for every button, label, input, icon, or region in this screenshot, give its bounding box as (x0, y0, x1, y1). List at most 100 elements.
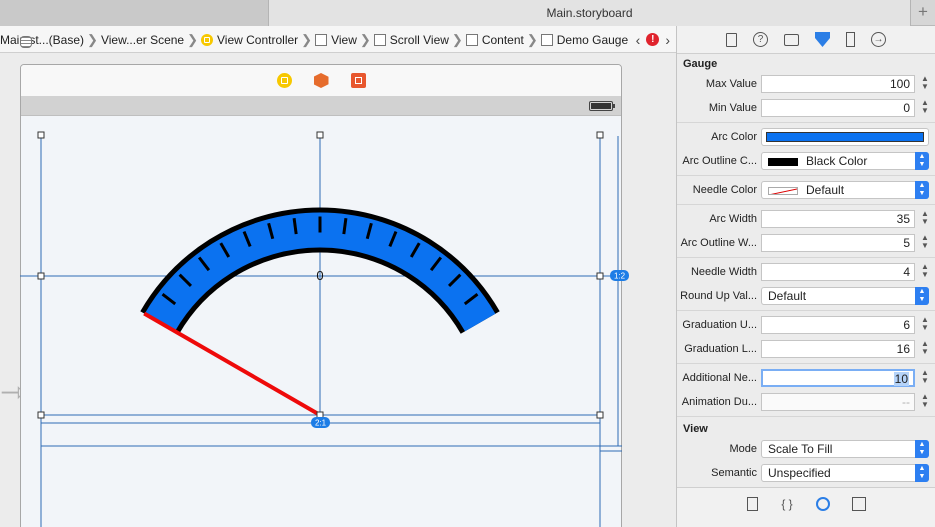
constraint-badge-aspect-right[interactable]: 1:2 (610, 270, 629, 281)
file-inspector-icon[interactable] (726, 32, 737, 47)
semantic-value: Unspecified (768, 466, 831, 480)
row-semantic: Semantic Unspecified ▲ ▼ (677, 461, 935, 485)
tab-bar: Main.storyboard + (0, 0, 935, 26)
divider (677, 175, 935, 176)
back-arrow-icon[interactable]: ‹ (636, 32, 641, 48)
arc-color-well[interactable] (761, 128, 929, 146)
jump-bar: Main.st...(Base) ❯ View...er Scene ❯ Vie… (0, 26, 676, 53)
needle-color-popup[interactable]: Default ▲ ▼ (761, 181, 929, 199)
attributes-inspector-icon[interactable] (815, 32, 830, 47)
resize-handle[interactable] (316, 131, 324, 139)
file-template-icon[interactable] (747, 497, 758, 511)
size-inspector-icon[interactable] (846, 32, 855, 47)
label-mode: Mode (729, 443, 757, 455)
breadcrumb-label: Main.st...(Base) (0, 32, 85, 47)
row-needle-color: Needle Color Default ▲ ▼ (677, 178, 935, 202)
gauge-overlay[interactable]: 0 1:2 2:1 (0, 54, 676, 527)
graduation-length-field[interactable]: 16 (761, 340, 915, 358)
arc-outline-width-stepper[interactable]: ▲ ▼ (919, 234, 931, 252)
gauge-needle (143, 311, 321, 417)
round-up-value-popup[interactable]: Default ▲ ▼ (761, 287, 929, 305)
chevron-up-down-icon: ▲ ▼ (915, 181, 929, 199)
arc-outline-color-value: Black Color (806, 154, 868, 168)
breadcrumb-label: Demo Gauge (556, 32, 629, 47)
needle-width-stepper[interactable]: ▲ ▼ (919, 263, 931, 281)
media-library-icon[interactable] (852, 497, 866, 511)
breadcrumb-scene[interactable]: View...er Scene (20, 32, 185, 48)
arc-width-stepper[interactable]: ▲ ▼ (919, 210, 931, 228)
animation-duration-stepper[interactable]: ▲ ▼ (919, 393, 931, 411)
object-library-icon[interactable] (816, 497, 830, 511)
breadcrumb-view[interactable]: View (315, 33, 357, 47)
row-max-value: Max Value 100 ▲ ▼ (677, 72, 935, 96)
label-arc-width: Arc Width (709, 213, 757, 225)
storyboard-canvas[interactable]: ⇾ 0 1:2 2:1 (0, 54, 676, 527)
resize-handle[interactable] (596, 272, 604, 280)
arc-outline-width-field[interactable]: 5 (761, 234, 915, 252)
row-needle-width: Needle Width 4 ▲ ▼ (677, 260, 935, 284)
min-value-stepper[interactable]: ▲ ▼ (919, 99, 931, 117)
graduation-length-stepper[interactable]: ▲ ▼ (919, 340, 931, 358)
breadcrumb: Main.st...(Base) ❯ View...er Scene ❯ Vie… (0, 26, 629, 52)
tab-inactive[interactable] (0, 0, 269, 26)
additional-needle-field[interactable]: 10 (761, 369, 915, 387)
breadcrumb-demo-gauge[interactable]: Demo Gauge (540, 32, 629, 47)
constraint-badge-text: 1:2 (614, 272, 626, 281)
row-arc-width: Arc Width 35 ▲ ▼ (677, 207, 935, 231)
breadcrumb-view-controller[interactable]: View Controller (201, 33, 298, 47)
chevron-right-icon: ❯ (451, 31, 463, 47)
resize-handle[interactable] (37, 411, 45, 419)
constraint-badge-aspect-bottom[interactable]: 2:1 (311, 417, 330, 428)
mode-popup[interactable]: Scale To Fill ▲ ▼ (761, 440, 929, 458)
divider (677, 416, 935, 417)
constraint-badge-text: 2:1 (315, 419, 327, 428)
breadcrumb-scroll-view[interactable]: Scroll View (373, 33, 449, 47)
resize-handle[interactable] (596, 131, 604, 139)
default-color-swatch (768, 186, 798, 195)
max-value-field[interactable]: 100 (761, 75, 915, 93)
divider (677, 122, 935, 123)
arc-outline-color-popup[interactable]: Black Color ▲ ▼ (761, 152, 929, 170)
code-snippet-icon[interactable]: { } (780, 497, 794, 511)
chevron-right-icon: ❯ (301, 31, 313, 47)
max-value-stepper[interactable]: ▲ ▼ (919, 75, 931, 93)
connections-inspector-icon[interactable]: → (871, 32, 886, 47)
row-min-value: Min Value 0 ▲ ▼ (677, 96, 935, 120)
view-icon (540, 33, 553, 46)
label-arc-outline-color: Arc Outline C... (682, 155, 757, 167)
graduation-tick (292, 218, 298, 235)
min-value-field[interactable]: 0 (761, 99, 915, 117)
divider (677, 204, 935, 205)
quick-help-icon[interactable]: ? (753, 32, 768, 47)
resize-handle[interactable] (37, 272, 45, 280)
tab-main-storyboard[interactable]: Main.storyboard (269, 0, 910, 26)
graduation-units-stepper[interactable]: ▲ ▼ (919, 316, 931, 334)
animation-duration-field[interactable]: -- (761, 393, 915, 411)
black-color-swatch (768, 157, 798, 166)
row-round-up-value: Round Up Val... Default ▲ ▼ (677, 284, 935, 308)
label-graduation-units: Graduation U... (682, 319, 757, 331)
label-needle-width: Needle Width (690, 266, 757, 278)
arc-width-field[interactable]: 35 (761, 210, 915, 228)
graduation-units-field[interactable]: 6 (761, 316, 915, 334)
section-view: View (683, 423, 708, 435)
resize-handle[interactable] (596, 411, 604, 419)
label-graduation-length: Graduation L... (684, 343, 757, 355)
breadcrumb-storyboard[interactable]: Main.st...(Base) (0, 33, 84, 47)
forward-arrow-icon[interactable]: › (665, 32, 670, 48)
chevron-right-icon: ❯ (187, 31, 199, 47)
breadcrumb-label: View...er Scene (100, 32, 185, 47)
section-gauge: Gauge (683, 58, 718, 70)
view-icon (465, 33, 478, 46)
breadcrumb-content[interactable]: Content (465, 33, 524, 47)
new-tab-button[interactable]: + (910, 0, 935, 26)
semantic-popup[interactable]: Unspecified ▲ ▼ (761, 464, 929, 482)
mode-value: Scale To Fill (768, 442, 833, 456)
divider (677, 257, 935, 258)
label-semantic: Semantic (711, 467, 757, 479)
identity-inspector-icon[interactable] (784, 33, 799, 46)
resize-handle[interactable] (37, 131, 45, 139)
needle-width-field[interactable]: 4 (761, 263, 915, 281)
error-icon[interactable]: ! (646, 33, 660, 46)
additional-needle-stepper[interactable]: ▲ ▼ (919, 369, 931, 387)
